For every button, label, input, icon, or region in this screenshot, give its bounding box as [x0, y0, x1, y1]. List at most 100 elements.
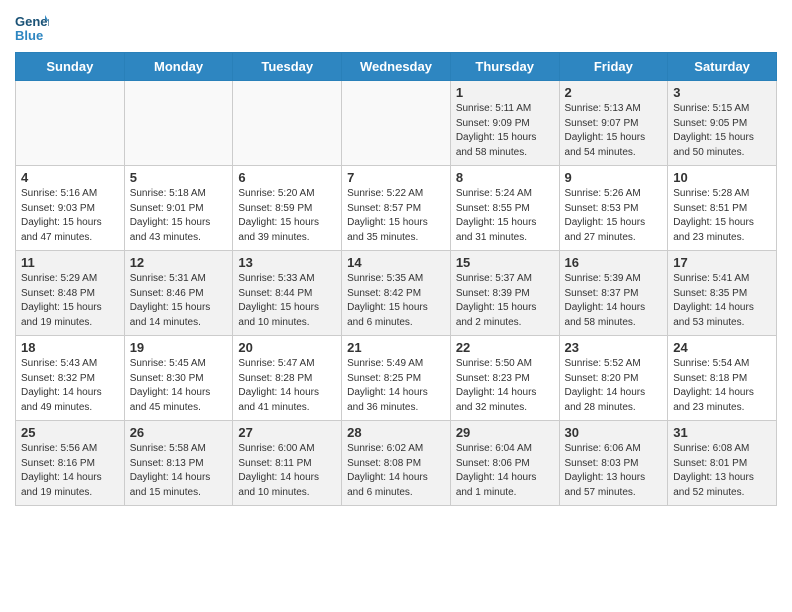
calendar-cell: 16Sunrise: 5:39 AM Sunset: 8:37 PM Dayli… [559, 251, 668, 336]
day-info: Sunrise: 5:35 AM Sunset: 8:42 PM Dayligh… [347, 272, 445, 330]
day-info: Sunrise: 5:31 AM Sunset: 8:46 PM Dayligh… [130, 272, 228, 330]
day-info: Sunrise: 6:06 AM Sunset: 8:03 PM Dayligh… [565, 442, 663, 500]
day-info: Sunrise: 5:52 AM Sunset: 8:20 PM Dayligh… [565, 357, 663, 415]
day-number: 28 [347, 425, 445, 440]
day-number: 20 [238, 340, 336, 355]
calendar-cell: 29 Sunrise: 6:04 AM Sunset: 8:06 PM Dayli… [450, 421, 559, 506]
day-info: Sunrise: 6:02 AM Sunset: 8:08 PM Dayligh… [347, 442, 445, 500]
calendar-cell [16, 81, 125, 166]
col-header-tuesday: Tuesday [233, 53, 342, 81]
col-header-friday: Friday [559, 53, 668, 81]
col-header-wednesday: Wednesday [342, 53, 451, 81]
day-number: 13 [238, 255, 336, 270]
col-header-sunday: Sunday [16, 53, 125, 81]
day-number: 15 [456, 255, 554, 270]
calendar-cell: 15 Sunrise: 5:37 AM Sunset: 8:39 PM Dayli… [450, 251, 559, 336]
day-info: Sunrise: 5:26 AM Sunset: 8:53 PM Dayligh… [565, 187, 663, 245]
day-number: 21 [347, 340, 445, 355]
day-info: Sunrise: 5:29 AM Sunset: 8:48 PM Dayligh… [21, 272, 119, 330]
day-info: Sunrise: 6:04 AM Sunset: 8:06 PM Dayligh… [456, 442, 554, 500]
day-info: Sunrise: 5:47 AM Sunset: 8:28 PM Dayligh… [238, 357, 336, 415]
calendar-cell: 3 Sunrise: 5:15 AM Sunset: 9:05 PM Daylig… [668, 81, 777, 166]
calendar-cell: 11 Sunrise: 5:29 AM Sunset: 8:48 PM Dayli… [16, 251, 125, 336]
calendar-cell: 25Sunrise: 5:56 AM Sunset: 8:16 PM Dayli… [16, 421, 125, 506]
day-info: Sunrise: 5:45 AM Sunset: 8:30 PM Dayligh… [130, 357, 228, 415]
day-info: Sunrise: 5:16 AM Sunset: 9:03 PM Dayligh… [21, 187, 119, 245]
day-number: 12 [130, 255, 228, 270]
day-number: 5 [130, 170, 228, 185]
day-info: Sunrise: 5:24 AM Sunset: 8:55 PM Dayligh… [456, 187, 554, 245]
calendar-cell: 2Sunrise: 5:13 AM Sunset: 9:07 PM Daylig… [559, 81, 668, 166]
day-info: Sunrise: 5:20 AM Sunset: 8:59 PM Dayligh… [238, 187, 336, 245]
svg-text:Blue: Blue [15, 28, 43, 43]
day-info: Sunrise: 6:00 AM Sunset: 8:11 PM Dayligh… [238, 442, 336, 500]
day-info: Sunrise: 5:41 AM Sunset: 8:35 PM Dayligh… [673, 272, 771, 330]
calendar-cell: 14 Sunrise: 5:35 AM Sunset: 8:42 PM Dayli… [342, 251, 451, 336]
day-info: Sunrise: 5:43 AM Sunset: 8:32 PM Dayligh… [21, 357, 119, 415]
day-info: Sunrise: 5:18 AM Sunset: 9:01 PM Dayligh… [130, 187, 228, 245]
day-number: 9 [565, 170, 663, 185]
calendar-table: SundayMondayTuesdayWednesdayThursdayFrid… [15, 52, 777, 506]
calendar-cell: 5 Sunrise: 5:18 AM Sunset: 9:01 PM Daylig… [124, 166, 233, 251]
calendar-cell: 18 Sunrise: 5:43 AM Sunset: 8:32 PM Dayli… [16, 336, 125, 421]
day-info: Sunrise: 5:28 AM Sunset: 8:51 PM Dayligh… [673, 187, 771, 245]
calendar-cell: 4 Sunrise: 5:16 AM Sunset: 9:03 PM Daylig… [16, 166, 125, 251]
calendar-cell: 7 Sunrise: 5:22 AM Sunset: 8:57 PM Daylig… [342, 166, 451, 251]
day-info: Sunrise: 5:33 AM Sunset: 8:44 PM Dayligh… [238, 272, 336, 330]
col-header-saturday: Saturday [668, 53, 777, 81]
calendar-cell: 6Sunrise: 5:20 AM Sunset: 8:59 PM Daylig… [233, 166, 342, 251]
calendar-cell: 26 Sunrise: 5:58 AM Sunset: 8:13 PM Dayli… [124, 421, 233, 506]
calendar-cell: 9 Sunrise: 5:26 AM Sunset: 8:53 PM Daylig… [559, 166, 668, 251]
calendar-week-row: 4 Sunrise: 5:16 AM Sunset: 9:03 PM Daylig… [16, 166, 777, 251]
day-number: 26 [130, 425, 228, 440]
day-number: 10 [673, 170, 771, 185]
day-number: 18 [21, 340, 119, 355]
day-number: 14 [347, 255, 445, 270]
day-number: 31 [673, 425, 771, 440]
calendar-cell: 24 Sunrise: 5:54 AM Sunset: 8:18 PM Dayli… [668, 336, 777, 421]
page-container: General Blue SundayMondayTuesdayWednesda… [0, 0, 792, 521]
calendar-week-row: 1 Sunrise: 5:11 AM Sunset: 9:09 PM Daylig… [16, 81, 777, 166]
calendar-cell [233, 81, 342, 166]
day-info: Sunrise: 5:22 AM Sunset: 8:57 PM Dayligh… [347, 187, 445, 245]
day-info: Sunrise: 5:54 AM Sunset: 8:18 PM Dayligh… [673, 357, 771, 415]
calendar-cell: 13 Sunrise: 5:33 AM Sunset: 8:44 PM Dayli… [233, 251, 342, 336]
calendar-cell: 22Sunrise: 5:50 AM Sunset: 8:23 PM Dayli… [450, 336, 559, 421]
svg-text:General: General [15, 14, 49, 29]
day-number: 2 [565, 85, 663, 100]
calendar-cell: 21Sunrise: 5:49 AM Sunset: 8:25 PM Dayli… [342, 336, 451, 421]
day-number: 23 [565, 340, 663, 355]
calendar-cell: 1 Sunrise: 5:11 AM Sunset: 9:09 PM Daylig… [450, 81, 559, 166]
day-info: Sunrise: 5:11 AM Sunset: 9:09 PM Dayligh… [456, 102, 554, 160]
day-number: 24 [673, 340, 771, 355]
day-info: Sunrise: 5:15 AM Sunset: 9:05 PM Dayligh… [673, 102, 771, 160]
day-number: 17 [673, 255, 771, 270]
calendar-week-row: 25Sunrise: 5:56 AM Sunset: 8:16 PM Dayli… [16, 421, 777, 506]
logo-icon: General Blue [15, 10, 49, 44]
day-info: Sunrise: 6:08 AM Sunset: 8:01 PM Dayligh… [673, 442, 771, 500]
day-number: 8 [456, 170, 554, 185]
logo: General Blue [15, 10, 49, 44]
col-header-thursday: Thursday [450, 53, 559, 81]
calendar-week-row: 11 Sunrise: 5:29 AM Sunset: 8:48 PM Dayli… [16, 251, 777, 336]
day-number: 3 [673, 85, 771, 100]
day-number: 25 [21, 425, 119, 440]
day-number: 11 [21, 255, 119, 270]
calendar-cell [124, 81, 233, 166]
day-info: Sunrise: 5:50 AM Sunset: 8:23 PM Dayligh… [456, 357, 554, 415]
calendar-cell: 28 Sunrise: 6:02 AM Sunset: 8:08 PM Dayli… [342, 421, 451, 506]
calendar-cell: 20 Sunrise: 5:47 AM Sunset: 8:28 PM Dayli… [233, 336, 342, 421]
calendar-cell: 17 Sunrise: 5:41 AM Sunset: 8:35 PM Dayli… [668, 251, 777, 336]
day-number: 1 [456, 85, 554, 100]
day-info: Sunrise: 5:58 AM Sunset: 8:13 PM Dayligh… [130, 442, 228, 500]
calendar-week-row: 18 Sunrise: 5:43 AM Sunset: 8:32 PM Dayli… [16, 336, 777, 421]
calendar-cell: 12 Sunrise: 5:31 AM Sunset: 8:46 PM Dayli… [124, 251, 233, 336]
calendar-header-row: SundayMondayTuesdayWednesdayThursdayFrid… [16, 53, 777, 81]
day-number: 30 [565, 425, 663, 440]
calendar-cell [342, 81, 451, 166]
day-number: 4 [21, 170, 119, 185]
day-number: 29 [456, 425, 554, 440]
day-number: 7 [347, 170, 445, 185]
calendar-cell: 30 Sunrise: 6:06 AM Sunset: 8:03 PM Dayli… [559, 421, 668, 506]
day-info: Sunrise: 5:37 AM Sunset: 8:39 PM Dayligh… [456, 272, 554, 330]
